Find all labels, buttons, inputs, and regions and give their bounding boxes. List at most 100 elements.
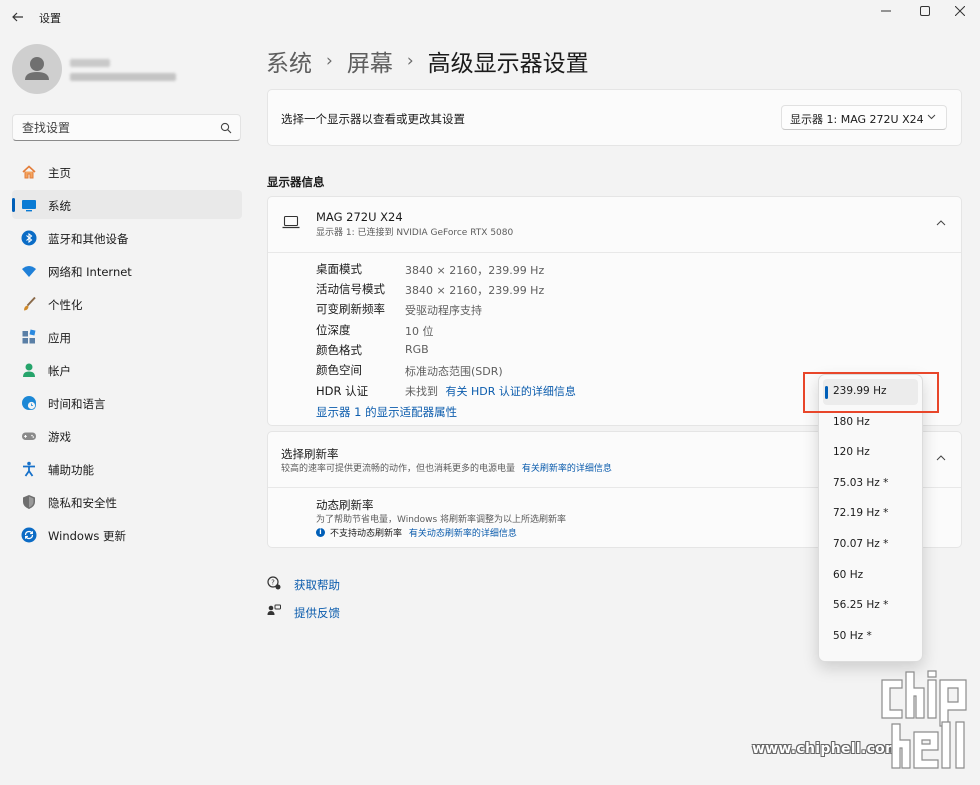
hdr-details-link[interactable]: 有关 HDR 认证的详细信息 xyxy=(446,385,576,398)
section-title-display-info: 显示器信息 xyxy=(267,175,325,189)
info-value-active-signal: 3840 × 2160，239.99 Hz xyxy=(405,284,545,297)
chevron-right-icon: › xyxy=(326,51,333,71)
chiphell-logo-icon xyxy=(881,670,967,769)
gamepad-icon xyxy=(22,432,36,440)
refresh-rate-dropdown[interactable]: 239.99 Hz 180 Hz 120 Hz 75.03 Hz * 72.19… xyxy=(818,374,923,662)
highlight-annotation-box xyxy=(803,372,939,413)
refresh-option[interactable]: 60 Hz xyxy=(823,563,918,589)
info-value-desktop-mode: 3840 × 2160，239.99 Hz xyxy=(405,264,545,277)
back-arrow-icon[interactable] xyxy=(10,9,26,25)
sidebar-item-gaming[interactable]: 游戏 xyxy=(12,421,242,450)
sidebar-item-time-language[interactable]: 时间和语言 xyxy=(12,388,242,417)
breadcrumb-item-system[interactable]: 系统 xyxy=(266,44,312,78)
maximize-icon xyxy=(920,6,930,16)
refresh-rate-details-link[interactable]: 有关刷新率的详细信息 xyxy=(522,464,612,474)
sidebar-item-bluetooth[interactable]: 蓝牙和其他设备 xyxy=(12,223,242,252)
svg-text:?: ? xyxy=(271,579,275,587)
help-icon: ? xyxy=(267,576,281,590)
sidebar-item-label: 应用 xyxy=(48,331,71,345)
info-label-hdr: HDR 认证 xyxy=(316,384,369,398)
account-icon xyxy=(23,363,35,377)
dynamic-refresh-details-link[interactable]: 有关动态刷新率的详细信息 xyxy=(409,529,517,539)
breadcrumb: 系统 › 屏幕 › 高级显示器设置 xyxy=(266,44,589,78)
paintbrush-icon xyxy=(24,296,36,311)
chevron-up-icon[interactable] xyxy=(936,455,946,461)
display-adapter-properties-link[interactable]: 显示器 1 的显示适配器属性 xyxy=(316,404,457,420)
info-label-color-format: 颜色格式 xyxy=(316,343,362,357)
refresh-rate-description: 较高的速率可提供更流畅的动作，但也消耗更多的电源电量 有关刷新率的详细信息 xyxy=(281,461,612,474)
minimize-button[interactable] xyxy=(866,0,906,22)
sidebar-item-windows-update[interactable]: Windows 更新 xyxy=(12,520,242,549)
monitor-name: MAG 272U X24 xyxy=(316,210,403,224)
maximize-button[interactable] xyxy=(905,0,945,22)
search-input[interactable] xyxy=(12,114,241,141)
sidebar-item-accounts[interactable]: 帐户 xyxy=(12,355,242,384)
sidebar-item-apps[interactable]: 应用 xyxy=(12,322,242,351)
refresh-option[interactable]: 120 Hz xyxy=(823,440,918,466)
info-label-color-space: 颜色空间 xyxy=(316,363,362,377)
sidebar-item-label: 个性化 xyxy=(48,298,83,312)
minimize-icon xyxy=(881,10,891,12)
sidebar-item-label: 隐私和安全性 xyxy=(48,496,117,510)
sidebar-item-home[interactable]: 主页 xyxy=(12,157,242,186)
refresh-option[interactable]: 50 Hz * xyxy=(823,624,918,650)
page-title: 高级显示器设置 xyxy=(427,51,589,77)
apps-icon xyxy=(22,329,36,344)
info-value-hdr: 未找到 有关 HDR 认证的详细信息 xyxy=(405,383,576,399)
dynamic-refresh-title: 动态刷新率 xyxy=(316,498,374,512)
sidebar-item-label: 游戏 xyxy=(48,430,71,444)
sidebar-item-label: 时间和语言 xyxy=(48,397,106,411)
refresh-option[interactable]: 180 Hz xyxy=(823,410,918,436)
dynamic-refresh-description: 为了帮助节省电量，Windows 将刷新率调整为以上所选刷新率 xyxy=(316,515,567,525)
system-monitor-icon xyxy=(22,200,36,212)
shield-icon xyxy=(23,495,35,509)
user-avatar-icon[interactable] xyxy=(12,44,62,94)
sidebar-item-label: 辅助功能 xyxy=(48,463,94,477)
monitor-connection: 显示器 1: 已连接到 NVIDIA GeForce RTX 5080 xyxy=(316,228,514,238)
refresh-option[interactable]: 72.19 Hz * xyxy=(823,501,918,527)
sidebar-item-accessibility[interactable]: 辅助功能 xyxy=(12,454,242,483)
info-label-active-signal: 活动信号模式 xyxy=(316,282,385,296)
sidebar-item-network[interactable]: 网络和 Internet xyxy=(12,256,242,285)
breadcrumb-item-display[interactable]: 屏幕 xyxy=(347,44,393,78)
title-bar xyxy=(0,0,980,34)
sidebar-item-label: Windows 更新 xyxy=(48,529,126,543)
info-label-desktop-mode: 桌面模式 xyxy=(316,262,362,276)
app-title: 设置 xyxy=(39,12,61,25)
selection-indicator xyxy=(12,198,15,212)
refresh-option-label: 180 Hz xyxy=(833,415,870,428)
get-help-link[interactable]: 获取帮助 xyxy=(294,577,340,593)
accessibility-icon xyxy=(23,461,35,477)
refresh-option-label: 75.03 Hz * xyxy=(833,476,889,489)
refresh-desc-text: 较高的速率可提供更流畅的动作，但也消耗更多的电源电量 xyxy=(281,464,516,474)
close-icon xyxy=(955,6,965,16)
chevron-down-icon xyxy=(927,114,936,120)
sidebar-item-label: 帐户 xyxy=(48,364,71,378)
sidebar-item-privacy[interactable]: 隐私和安全性 xyxy=(12,487,242,516)
globe-clock-icon xyxy=(22,396,36,410)
refresh-option-label: 120 Hz xyxy=(833,446,870,459)
sidebar-nav: 主页 系统 蓝牙和其他设备 网络和 Internet 个性化 应用 帐户 时间和… xyxy=(12,157,242,553)
sidebar-item-system[interactable]: 系统 xyxy=(12,190,242,219)
info-value-color-space: 标准动态范围(SDR) xyxy=(405,365,503,378)
refresh-rate-title: 选择刷新率 xyxy=(281,447,339,461)
refresh-option[interactable]: 70.07 Hz * xyxy=(823,532,918,558)
close-button[interactable] xyxy=(940,0,980,22)
info-value-vrr: 受驱动程序支持 xyxy=(405,304,482,317)
hdr-status: 未找到 xyxy=(405,385,438,398)
refresh-option[interactable]: 56.25 Hz * xyxy=(823,593,918,619)
info-icon: i xyxy=(316,528,325,537)
refresh-option-label: 50 Hz * xyxy=(833,629,872,642)
sidebar-item-personalization[interactable]: 个性化 xyxy=(12,289,242,318)
give-feedback-link[interactable]: 提供反馈 xyxy=(294,605,340,621)
refresh-option[interactable]: 75.03 Hz * xyxy=(823,471,918,497)
wifi-icon xyxy=(22,266,36,277)
chevron-up-icon[interactable] xyxy=(936,220,946,226)
search-icon[interactable] xyxy=(220,122,232,134)
refresh-option-label: 72.19 Hz * xyxy=(833,507,889,520)
refresh-option-label: 70.07 Hz * xyxy=(833,537,889,550)
info-value-color-format: RGB xyxy=(405,343,429,356)
home-icon xyxy=(22,165,36,179)
dynamic-refresh-note: 不支持动态刷新率 有关动态刷新率的详细信息 xyxy=(330,526,517,539)
dynamic-refresh-unsupported: 不支持动态刷新率 xyxy=(330,529,403,539)
